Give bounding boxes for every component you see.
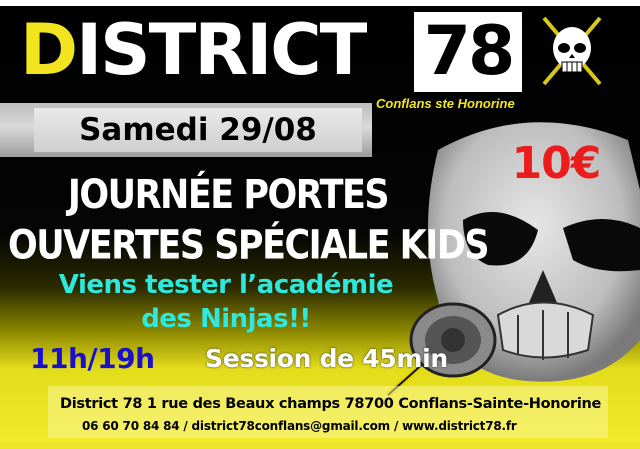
brand-number: 78 [414,12,522,92]
tagline-line-1: Viens tester l’académie [58,270,394,300]
event-flyer: D ISTRICT 78 Conflans ste Honorine Samedi… [0,0,640,449]
tagline-line-2: des Ninjas!! [141,304,311,334]
price-label: 10€ [511,137,602,189]
brand-title: D ISTRICT [20,4,412,96]
tagline: Viens tester l’académie des Ninjas!! [12,268,440,336]
footer-address: District 78 1 rue des Beaux champs 78700… [60,396,602,412]
city-label: Conflans ste Honorine [376,96,515,111]
date-box: Samedi 29/08 [34,108,362,152]
brand-title-rest: ISTRICT [76,9,367,91]
brand-title-first-letter: D [20,9,78,91]
skull-crossed-swords-icon [542,16,602,86]
event-hours: 11h/19h [30,342,155,375]
bottom-strip [0,442,640,449]
footer-contact: 06 60 70 84 84 / district78conflans@gmai… [82,419,517,433]
headline: JOURNÉE PORTES OUVERTES SPÉCIALE KIDS [8,170,490,271]
session-duration: Session de 45min [205,344,448,373]
event-date: Samedi 29/08 [79,112,317,148]
headline-line-2: OUVERTES SPÉCIALE KIDS [8,222,490,269]
headline-line-1: JOURNÉE PORTES [67,172,390,219]
